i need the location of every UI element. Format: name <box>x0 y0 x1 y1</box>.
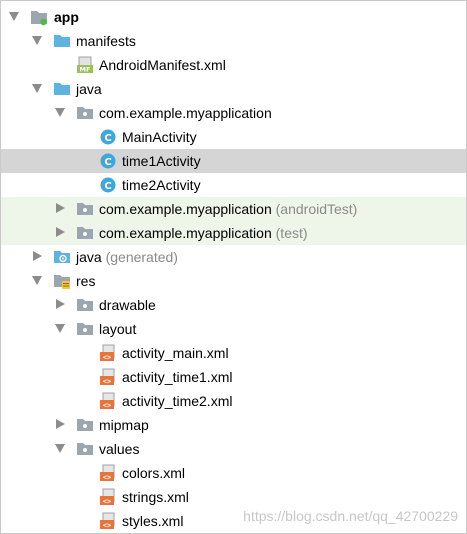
package-folder-icon <box>77 107 93 119</box>
xml-file-icon: <> <box>100 512 115 530</box>
tree-node-java-generated[interactable]: java (generated) <box>1 245 466 269</box>
java-class-icon: C <box>100 129 116 145</box>
collapse-arrow-icon[interactable] <box>56 299 65 309</box>
xml-file-icon: <> <box>100 344 115 362</box>
tree-label-values: values <box>99 441 140 457</box>
expand-arrow-icon[interactable] <box>32 84 42 93</box>
collapse-arrow-icon[interactable] <box>56 419 65 429</box>
module-icon <box>31 11 47 26</box>
tree-label-strings-xml: strings.xml <box>122 489 189 505</box>
tree-node-android-manifest[interactable]: MF AndroidManifest.xml <box>1 53 466 77</box>
svg-text:<>: <> <box>103 498 111 506</box>
package-folder-icon <box>77 227 93 239</box>
tree-label-app: app <box>54 9 79 25</box>
tree-node-package-main[interactable]: com.example.myapplication <box>1 101 466 125</box>
package-folder-icon <box>77 443 93 455</box>
tree-label-drawable: drawable <box>99 297 156 313</box>
svg-text:<>: <> <box>103 354 111 362</box>
tree-node-activity-main-xml[interactable]: <> activity_main.xml <box>1 341 466 365</box>
xml-file-icon: <> <box>100 464 115 482</box>
tree-label-res: res <box>76 273 96 289</box>
tree-label-colors-xml: colors.xml <box>122 465 186 481</box>
tree-label-time1-activity: time1Activity <box>122 153 201 169</box>
tree-label-java-generated: java (generated) <box>76 248 178 266</box>
tree-label-activity-time1-xml: activity_time1.xml <box>122 369 233 385</box>
tree-node-layout[interactable]: layout <box>1 317 466 341</box>
svg-text:C: C <box>104 157 111 168</box>
project-tree-panel: app manifests MF AndroidManifest.xml jav… <box>0 0 467 534</box>
svg-text:<>: <> <box>103 378 111 386</box>
tree-node-java[interactable]: java <box>1 77 466 101</box>
source-set-suffix: (androidTest) <box>275 201 358 217</box>
tree-node-colors-xml[interactable]: <> colors.xml <box>1 461 466 485</box>
tree-label-activity-time2-xml: activity_time2.xml <box>122 393 233 409</box>
tree-node-drawable[interactable]: drawable <box>1 293 466 317</box>
java-class-icon: C <box>100 153 116 169</box>
svg-text:C: C <box>104 181 111 192</box>
generated-suffix: (generated) <box>105 249 178 265</box>
package-name: com.example.myapplication <box>99 201 272 217</box>
collapse-arrow-icon[interactable] <box>33 251 42 261</box>
tree-label-package-test: com.example.myapplication (test) <box>99 224 308 242</box>
expand-arrow-icon[interactable] <box>32 36 42 45</box>
xml-file-icon: <> <box>100 488 115 506</box>
tree-node-activity-time2-xml[interactable]: <> activity_time2.xml <box>1 389 466 413</box>
expand-arrow-icon[interactable] <box>9 12 19 21</box>
tree-node-time2-activity[interactable]: C time2Activity <box>1 173 466 197</box>
svg-text:<>: <> <box>103 474 111 482</box>
package-folder-icon <box>77 323 93 335</box>
folder-icon <box>54 35 70 47</box>
tree-label-java: java <box>76 81 102 97</box>
collapse-arrow-icon[interactable] <box>56 203 65 213</box>
package-folder-icon <box>77 203 93 215</box>
tree-label-main-activity: MainActivity <box>122 129 197 145</box>
tree-label-layout: layout <box>99 321 137 337</box>
xml-file-icon: <> <box>100 392 115 410</box>
svg-text:<>: <> <box>103 402 111 410</box>
package-folder-icon <box>77 299 93 311</box>
tree-node-app[interactable]: app <box>1 5 466 29</box>
tree-label-time2-activity: time2Activity <box>122 177 201 193</box>
tree-node-mipmap[interactable]: mipmap <box>1 413 466 437</box>
expand-arrow-icon[interactable] <box>55 444 65 453</box>
manifest-file-icon: MF <box>77 56 93 74</box>
tree-label-package-main: com.example.myapplication <box>99 105 272 121</box>
svg-text:C: C <box>104 133 111 144</box>
package-folder-icon <box>77 419 93 431</box>
package-name: com.example.myapplication <box>99 225 272 241</box>
tree-label-manifests: manifests <box>76 33 136 49</box>
folder-icon <box>54 83 70 95</box>
collapse-arrow-icon[interactable] <box>56 227 65 237</box>
expand-arrow-icon[interactable] <box>55 324 65 333</box>
folder-name: java <box>76 249 102 265</box>
tree-node-time1-activity[interactable]: C time1Activity <box>1 149 466 173</box>
tree-label-android-manifest: AndroidManifest.xml <box>99 57 226 73</box>
svg-text:<>: <> <box>103 522 111 530</box>
expand-arrow-icon[interactable] <box>32 276 42 285</box>
watermark-text: https://blog.csdn.net/qq_42700229 <box>243 508 458 524</box>
source-set-suffix: (test) <box>275 225 308 241</box>
xml-file-icon: <> <box>100 368 115 386</box>
generated-folder-icon <box>54 251 70 263</box>
tree-label-styles-xml: styles.xml <box>122 513 184 529</box>
resource-folder-icon <box>54 275 70 289</box>
svg-text:MF: MF <box>80 66 91 74</box>
tree-node-activity-time1-xml[interactable]: <> activity_time1.xml <box>1 365 466 389</box>
tree-node-manifests[interactable]: manifests <box>1 29 466 53</box>
tree-node-package-android-test[interactable]: com.example.myapplication (androidTest) <box>1 197 466 221</box>
tree-node-package-test[interactable]: com.example.myapplication (test) <box>1 221 466 245</box>
tree-node-values[interactable]: values <box>1 437 466 461</box>
tree-label-package-android-test: com.example.myapplication (androidTest) <box>99 200 357 218</box>
tree-node-strings-xml[interactable]: <> strings.xml <box>1 485 466 509</box>
java-class-icon: C <box>100 177 116 193</box>
tree-node-main-activity[interactable]: C MainActivity <box>1 125 466 149</box>
tree-label-mipmap: mipmap <box>99 417 149 433</box>
tree-label-activity-main-xml: activity_main.xml <box>122 345 229 361</box>
expand-arrow-icon[interactable] <box>55 108 65 117</box>
tree-node-res[interactable]: res <box>1 269 466 293</box>
